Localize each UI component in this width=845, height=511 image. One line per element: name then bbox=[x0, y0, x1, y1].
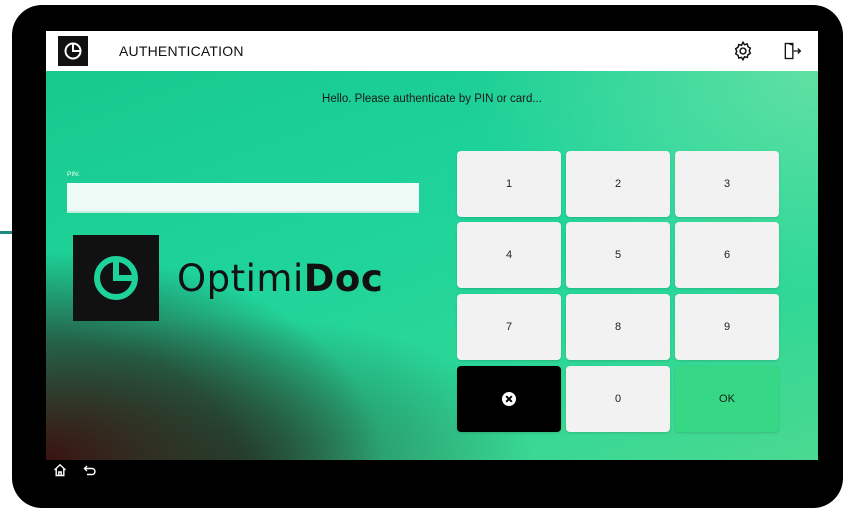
optimidoc-brand-icon bbox=[73, 235, 159, 321]
brand-name-regular: Optimi bbox=[177, 256, 304, 300]
key-1[interactable]: 1 bbox=[457, 151, 561, 217]
brand-name-bold: Doc bbox=[303, 256, 384, 300]
brand-name: OptimiDoc bbox=[177, 257, 383, 300]
clear-circle-x-icon bbox=[502, 392, 516, 406]
key-2[interactable]: 2 bbox=[566, 151, 670, 217]
key-5[interactable]: 5 bbox=[566, 222, 670, 288]
back-arrow-icon[interactable] bbox=[81, 461, 99, 479]
key-4[interactable]: 4 bbox=[457, 222, 561, 288]
key-3[interactable]: 3 bbox=[675, 151, 779, 217]
pin-label: PIN: bbox=[67, 171, 80, 178]
ok-button[interactable]: OK bbox=[675, 366, 779, 432]
logout-door-icon[interactable] bbox=[779, 38, 805, 64]
main-content: Hello. Please authenticate by PIN or car… bbox=[46, 71, 818, 460]
key-6[interactable]: 6 bbox=[675, 222, 779, 288]
key-7[interactable]: 7 bbox=[457, 294, 561, 360]
pin-input[interactable] bbox=[67, 183, 419, 213]
greeting-message: Hello. Please authenticate by PIN or car… bbox=[322, 93, 542, 105]
key-8[interactable]: 8 bbox=[566, 294, 670, 360]
clear-button[interactable] bbox=[457, 366, 561, 432]
gear-icon[interactable] bbox=[730, 38, 756, 64]
header-bar: AUTHENTICATION bbox=[46, 31, 818, 71]
key-0[interactable]: 0 bbox=[566, 366, 670, 432]
key-9[interactable]: 9 bbox=[675, 294, 779, 360]
device-screen: AUTHENTICATION Hello. Please authenticat… bbox=[0, 0, 845, 511]
brand-logo: OptimiDoc bbox=[73, 235, 383, 321]
system-nav-bar bbox=[33, 460, 818, 480]
home-icon[interactable] bbox=[51, 461, 69, 479]
page-title: AUTHENTICATION bbox=[119, 43, 244, 59]
optimidoc-logo-icon bbox=[58, 36, 88, 66]
